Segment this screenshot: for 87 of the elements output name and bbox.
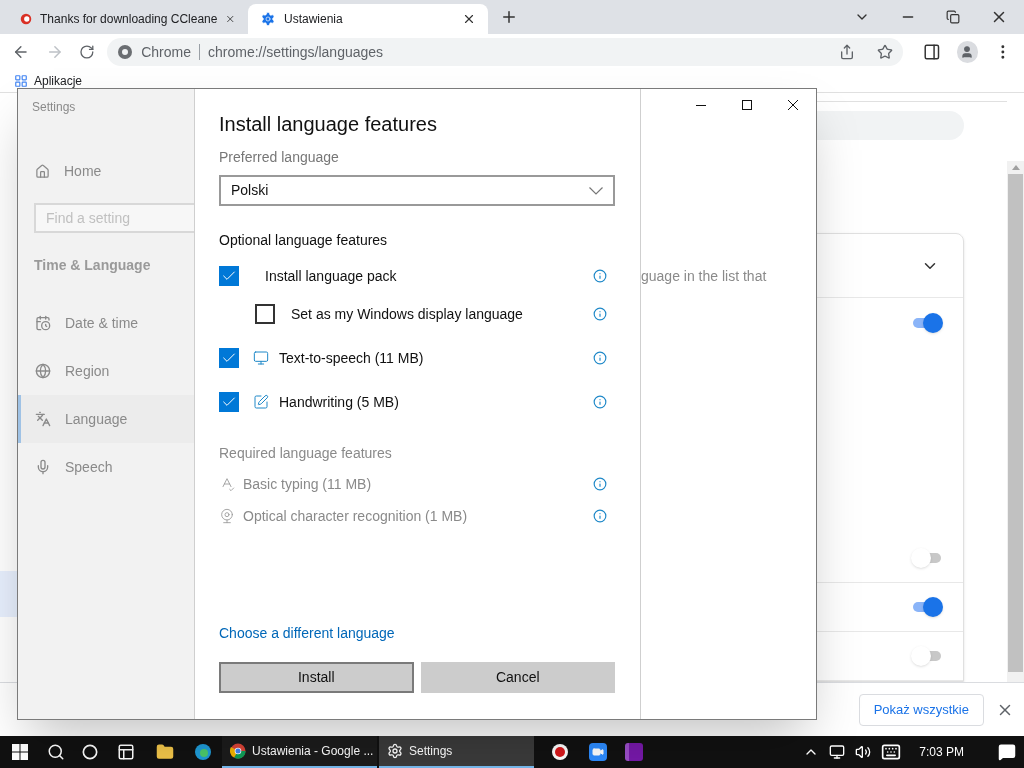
browser-logo-icon[interactable] <box>194 743 212 761</box>
field-label: Preferred language <box>219 148 340 167</box>
chevron-icon <box>589 186 603 195</box>
scrollbar-thumb[interactable] <box>1008 174 1023 672</box>
checkbox[interactable] <box>219 266 239 286</box>
record-icon[interactable] <box>552 744 568 760</box>
volume-icon[interactable] <box>855 744 872 760</box>
back-icon[interactable] <box>12 43 30 61</box>
address-bar[interactable]: Chrome chrome://settings/languages <box>107 38 903 66</box>
bookmark-link[interactable]: Aplikacje <box>34 72 83 90</box>
dialog-title: Install language features <box>219 112 438 137</box>
section-heading: Required language features <box>219 444 393 463</box>
notification-icon[interactable] <box>998 743 1016 761</box>
monitor-icon <box>253 350 269 366</box>
scheme-label: Chrome <box>141 42 191 62</box>
globe-icon <box>35 363 51 379</box>
search-icon[interactable] <box>47 743 65 761</box>
option-label: Set as my Windows display language <box>291 304 524 324</box>
dialog-button[interactable]: Install <box>219 662 414 693</box>
clock-text[interactable]: 7:03 PM <box>919 743 964 761</box>
minimize-icon[interactable] <box>696 104 706 106</box>
calendar-icon <box>35 315 51 331</box>
close-icon[interactable] <box>788 100 798 110</box>
restore-icon[interactable] <box>946 10 960 24</box>
info-icon[interactable] <box>593 509 607 523</box>
taskbar-app[interactable]: Ustawienia - Google ... <box>222 736 377 768</box>
keyboard-icon[interactable] <box>881 742 902 762</box>
feature-label: Basic typing (11 MB) <box>243 474 373 494</box>
task-view-icon[interactable] <box>117 743 135 761</box>
browser-tab[interactable]: Thanks for downloading CCleane <box>8 4 248 34</box>
start-icon[interactable] <box>12 744 28 760</box>
url-text: chrome://settings/languages <box>208 42 384 62</box>
side-panel-icon[interactable] <box>922 43 941 61</box>
language-dropdown[interactable]: Polski <box>219 175 615 206</box>
link[interactable]: Choose a different language <box>219 623 615 643</box>
info-icon[interactable] <box>593 307 607 321</box>
pen-icon <box>253 394 269 410</box>
option-label: Install language pack <box>265 266 398 286</box>
video-icon[interactable] <box>589 743 607 761</box>
browser-logo-icon <box>117 44 134 60</box>
toggle-switch[interactable] <box>911 313 943 333</box>
app-logo-icon <box>20 11 33 27</box>
gear-icon <box>387 743 403 759</box>
star-icon[interactable] <box>876 44 893 60</box>
toggle-switch[interactable] <box>911 548 943 568</box>
reload-icon[interactable] <box>79 44 96 60</box>
tab-title: Ustawienia <box>284 11 344 28</box>
notebook-icon[interactable] <box>625 743 643 761</box>
home-icon <box>35 163 50 179</box>
profile-icon[interactable] <box>956 41 979 63</box>
tab-title: Thanks for downloading CCleane <box>40 11 218 28</box>
toggle-switch[interactable] <box>911 597 943 617</box>
info-icon[interactable] <box>593 395 607 409</box>
section-heading: Optional language features <box>219 231 389 250</box>
taskbar-app[interactable]: Settings <box>379 736 534 768</box>
gear-icon <box>260 11 276 27</box>
apps-grid-icon[interactable] <box>14 74 28 88</box>
toggle-switch[interactable] <box>911 646 943 666</box>
show-all-button[interactable]: Pokaż wszystkie <box>858 693 984 726</box>
checkbox[interactable] <box>219 392 239 412</box>
circle-icon[interactable] <box>82 744 98 760</box>
window-title: Settings <box>32 99 77 114</box>
folder-icon[interactable] <box>156 743 174 761</box>
checkbox[interactable] <box>219 348 239 368</box>
network-icon[interactable] <box>829 744 846 760</box>
option-label: Handwriting (5 MB) <box>279 392 400 412</box>
browser-tab[interactable]: Ustawienia <box>248 4 488 34</box>
webcam-icon <box>219 508 235 524</box>
checkbox[interactable] <box>255 304 275 324</box>
section-title: Time & Language <box>34 256 152 275</box>
dialog-button[interactable]: Cancel <box>420 662 615 693</box>
feature-label: Optical character recognition (1 MB) <box>243 506 469 526</box>
new-tab-icon[interactable] <box>500 8 518 26</box>
close-icon[interactable] <box>462 12 476 26</box>
maximize-icon[interactable] <box>742 100 752 110</box>
option-label: Text-to-speech (11 MB) <box>279 348 425 368</box>
info-icon[interactable] <box>593 269 607 283</box>
share-icon[interactable] <box>838 44 855 60</box>
browser-logo-icon <box>230 743 246 759</box>
language-icon <box>35 411 51 427</box>
info-icon[interactable] <box>593 351 607 365</box>
spellcheck-icon <box>219 476 235 492</box>
app-label: Ustawienia - Google ... <box>252 743 374 760</box>
app-label: Settings <box>409 743 453 760</box>
description-text: guage in the list that <box>641 267 768 286</box>
info-icon[interactable] <box>593 477 607 491</box>
microphone-icon <box>35 459 51 475</box>
